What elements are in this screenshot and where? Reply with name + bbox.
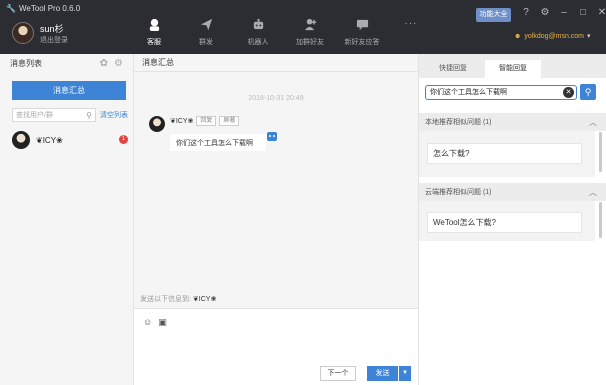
paper-plane-icon: [200, 18, 212, 31]
maximize-icon[interactable]: □: [578, 7, 588, 18]
search-row: 查找用户/群 ⚲ 清空列表: [12, 108, 128, 122]
add-friend-icon: [304, 18, 316, 31]
reply-button[interactable]: 回复: [196, 116, 217, 126]
title-bar: 🔧 WeTool Pro 0.6.0 sun杉 退出登录 客服 群发 机器人 加…: [0, 0, 606, 54]
tab-quick-reply[interactable]: 快捷回复: [427, 60, 479, 78]
contact-name: ❦ICY❀: [36, 135, 63, 145]
image-icon[interactable]: ▣: [158, 317, 167, 328]
section-title: 云端推荐相似问题: [425, 189, 481, 196]
gear-icon[interactable]: ⚙: [114, 58, 123, 69]
nav-label: 机器人: [247, 39, 269, 46]
clear-list-link[interactable]: 清空列表: [100, 110, 128, 120]
chevron-up-icon[interactable]: ︿: [589, 117, 597, 128]
nav-item-add-friends[interactable]: 加群好友: [284, 14, 336, 54]
block-button[interactable]: 屏蔽: [219, 116, 240, 126]
nav-label: 客服: [147, 39, 161, 46]
feature-list-button[interactable]: 功能大全: [476, 8, 511, 22]
account-dropdown[interactable]: ☻ yolkdog@msn.com ▾: [514, 32, 591, 41]
wechat-icon[interactable]: ✿: [100, 58, 108, 69]
sender-name: ❦ICY❀: [170, 118, 194, 125]
reply-panel: 快捷回复 智能回复 你们这个工具怎么下载啊 ✕ ⚲ 本地推荐相似问题 (1) ︿…: [418, 54, 606, 385]
cloud-suggestions-header[interactable]: 云端推荐相似问题 (1) ︿: [419, 183, 606, 201]
close-icon[interactable]: ✕: [597, 7, 606, 18]
app-title-text: WeTool Pro 0.6.0: [18, 4, 81, 13]
sender-avatar: [149, 116, 165, 132]
suggested-answer[interactable]: WeTool怎么下载?: [427, 212, 582, 233]
nav-item-customer-service[interactable]: 客服: [128, 14, 180, 54]
user-name: sun杉: [40, 24, 64, 34]
nav-label: 群发: [199, 39, 213, 46]
tab-smart-reply[interactable]: 智能回复: [485, 60, 541, 78]
avatar: [12, 131, 30, 149]
suggested-answer[interactable]: 怎么下载?: [427, 143, 582, 164]
account-icon: ☻: [514, 32, 522, 40]
message-composer[interactable]: ☺ ▣ 下一个 发送 ▼: [134, 308, 418, 385]
emoji-icon[interactable]: ☺: [143, 317, 152, 328]
section-count: (1): [482, 119, 492, 126]
search-icon[interactable]: ⚲: [86, 111, 92, 120]
send-button[interactable]: 发送: [367, 366, 398, 381]
scrollbar[interactable]: [599, 132, 602, 172]
robot-icon[interactable]: [267, 132, 277, 141]
message-list-header: 消息列表 ✿ ⚙: [0, 54, 133, 72]
window-controls: ? ⚙ – □ ✕: [521, 7, 606, 18]
app-title: 🔧 WeTool Pro 0.6.0: [6, 4, 80, 13]
message-header: ❦ICY❀ 回复 屏蔽: [170, 116, 240, 126]
message-bubble: 你们这个工具怎么下载啊: [170, 134, 266, 151]
caret-down-icon: ▾: [587, 33, 591, 40]
help-icon[interactable]: ?: [521, 7, 531, 18]
scrollbar[interactable]: [599, 202, 602, 238]
message-timestamp: 2018-10-31 20:49: [248, 95, 304, 102]
next-button[interactable]: 下一个: [320, 366, 356, 381]
search-button[interactable]: ⚲: [580, 84, 596, 100]
robot-icon: [253, 18, 263, 30]
customer-service-icon: [149, 18, 159, 31]
nav-label: 加群好友: [296, 39, 324, 46]
main-nav: 客服 群发 机器人 加群好友 新好友应答 ···: [128, 14, 434, 54]
message-list-panel: 消息列表 ✿ ⚙ 消息汇总 查找用户/群 ⚲ 清空列表 ❦ICY❀ 1: [0, 54, 134, 385]
send-options-dropdown[interactable]: ▼: [399, 366, 411, 381]
nav-more-button[interactable]: ···: [388, 14, 434, 54]
question-search-input[interactable]: 你们这个工具怎么下载啊: [425, 85, 577, 100]
search-placeholder: 查找用户/群: [16, 112, 53, 119]
section-count: (1): [482, 189, 492, 196]
list-item[interactable]: ❦ICY❀ 1: [12, 130, 128, 150]
send-to-name: ❦ICY❀: [192, 296, 217, 303]
chat-reply-icon: [356, 19, 368, 31]
settings-icon[interactable]: ⚙: [540, 7, 550, 18]
section-title: 本地推荐相似问题: [425, 119, 481, 126]
nav-item-robot[interactable]: 机器人: [232, 14, 284, 54]
account-email: yolkdog@msn.com: [524, 32, 585, 40]
message-list-title: 消息列表: [10, 58, 42, 68]
user-avatar[interactable]: [12, 22, 34, 44]
panel-title: 消息汇总: [134, 54, 418, 72]
unread-badge: 1: [119, 135, 128, 144]
nav-item-new-friend-reply[interactable]: 新好友应答: [336, 14, 388, 54]
send-to-label: 发送以下信息到: ❦ICY❀: [140, 296, 217, 303]
nav-item-broadcast[interactable]: 群发: [180, 14, 232, 54]
wrench-icon: 🔧: [6, 4, 16, 13]
message-summary-panel: 消息汇总 2018-10-31 20:49 ❦ICY❀ 回复 屏蔽 你们这个工具…: [134, 54, 418, 385]
minimize-icon[interactable]: –: [559, 7, 569, 18]
contact-search-input[interactable]: 查找用户/群 ⚲: [12, 108, 96, 122]
nav-label: 新好友应答: [344, 39, 380, 46]
logout-link[interactable]: 退出登录: [40, 35, 68, 45]
clear-search-icon[interactable]: ✕: [563, 87, 574, 98]
message-summary-button[interactable]: 消息汇总: [12, 81, 126, 100]
chevron-up-icon[interactable]: ︿: [589, 187, 597, 198]
reply-tabs: 快捷回复 智能回复: [419, 54, 606, 78]
local-suggestions-header[interactable]: 本地推荐相似问题 (1) ︿: [419, 113, 606, 131]
